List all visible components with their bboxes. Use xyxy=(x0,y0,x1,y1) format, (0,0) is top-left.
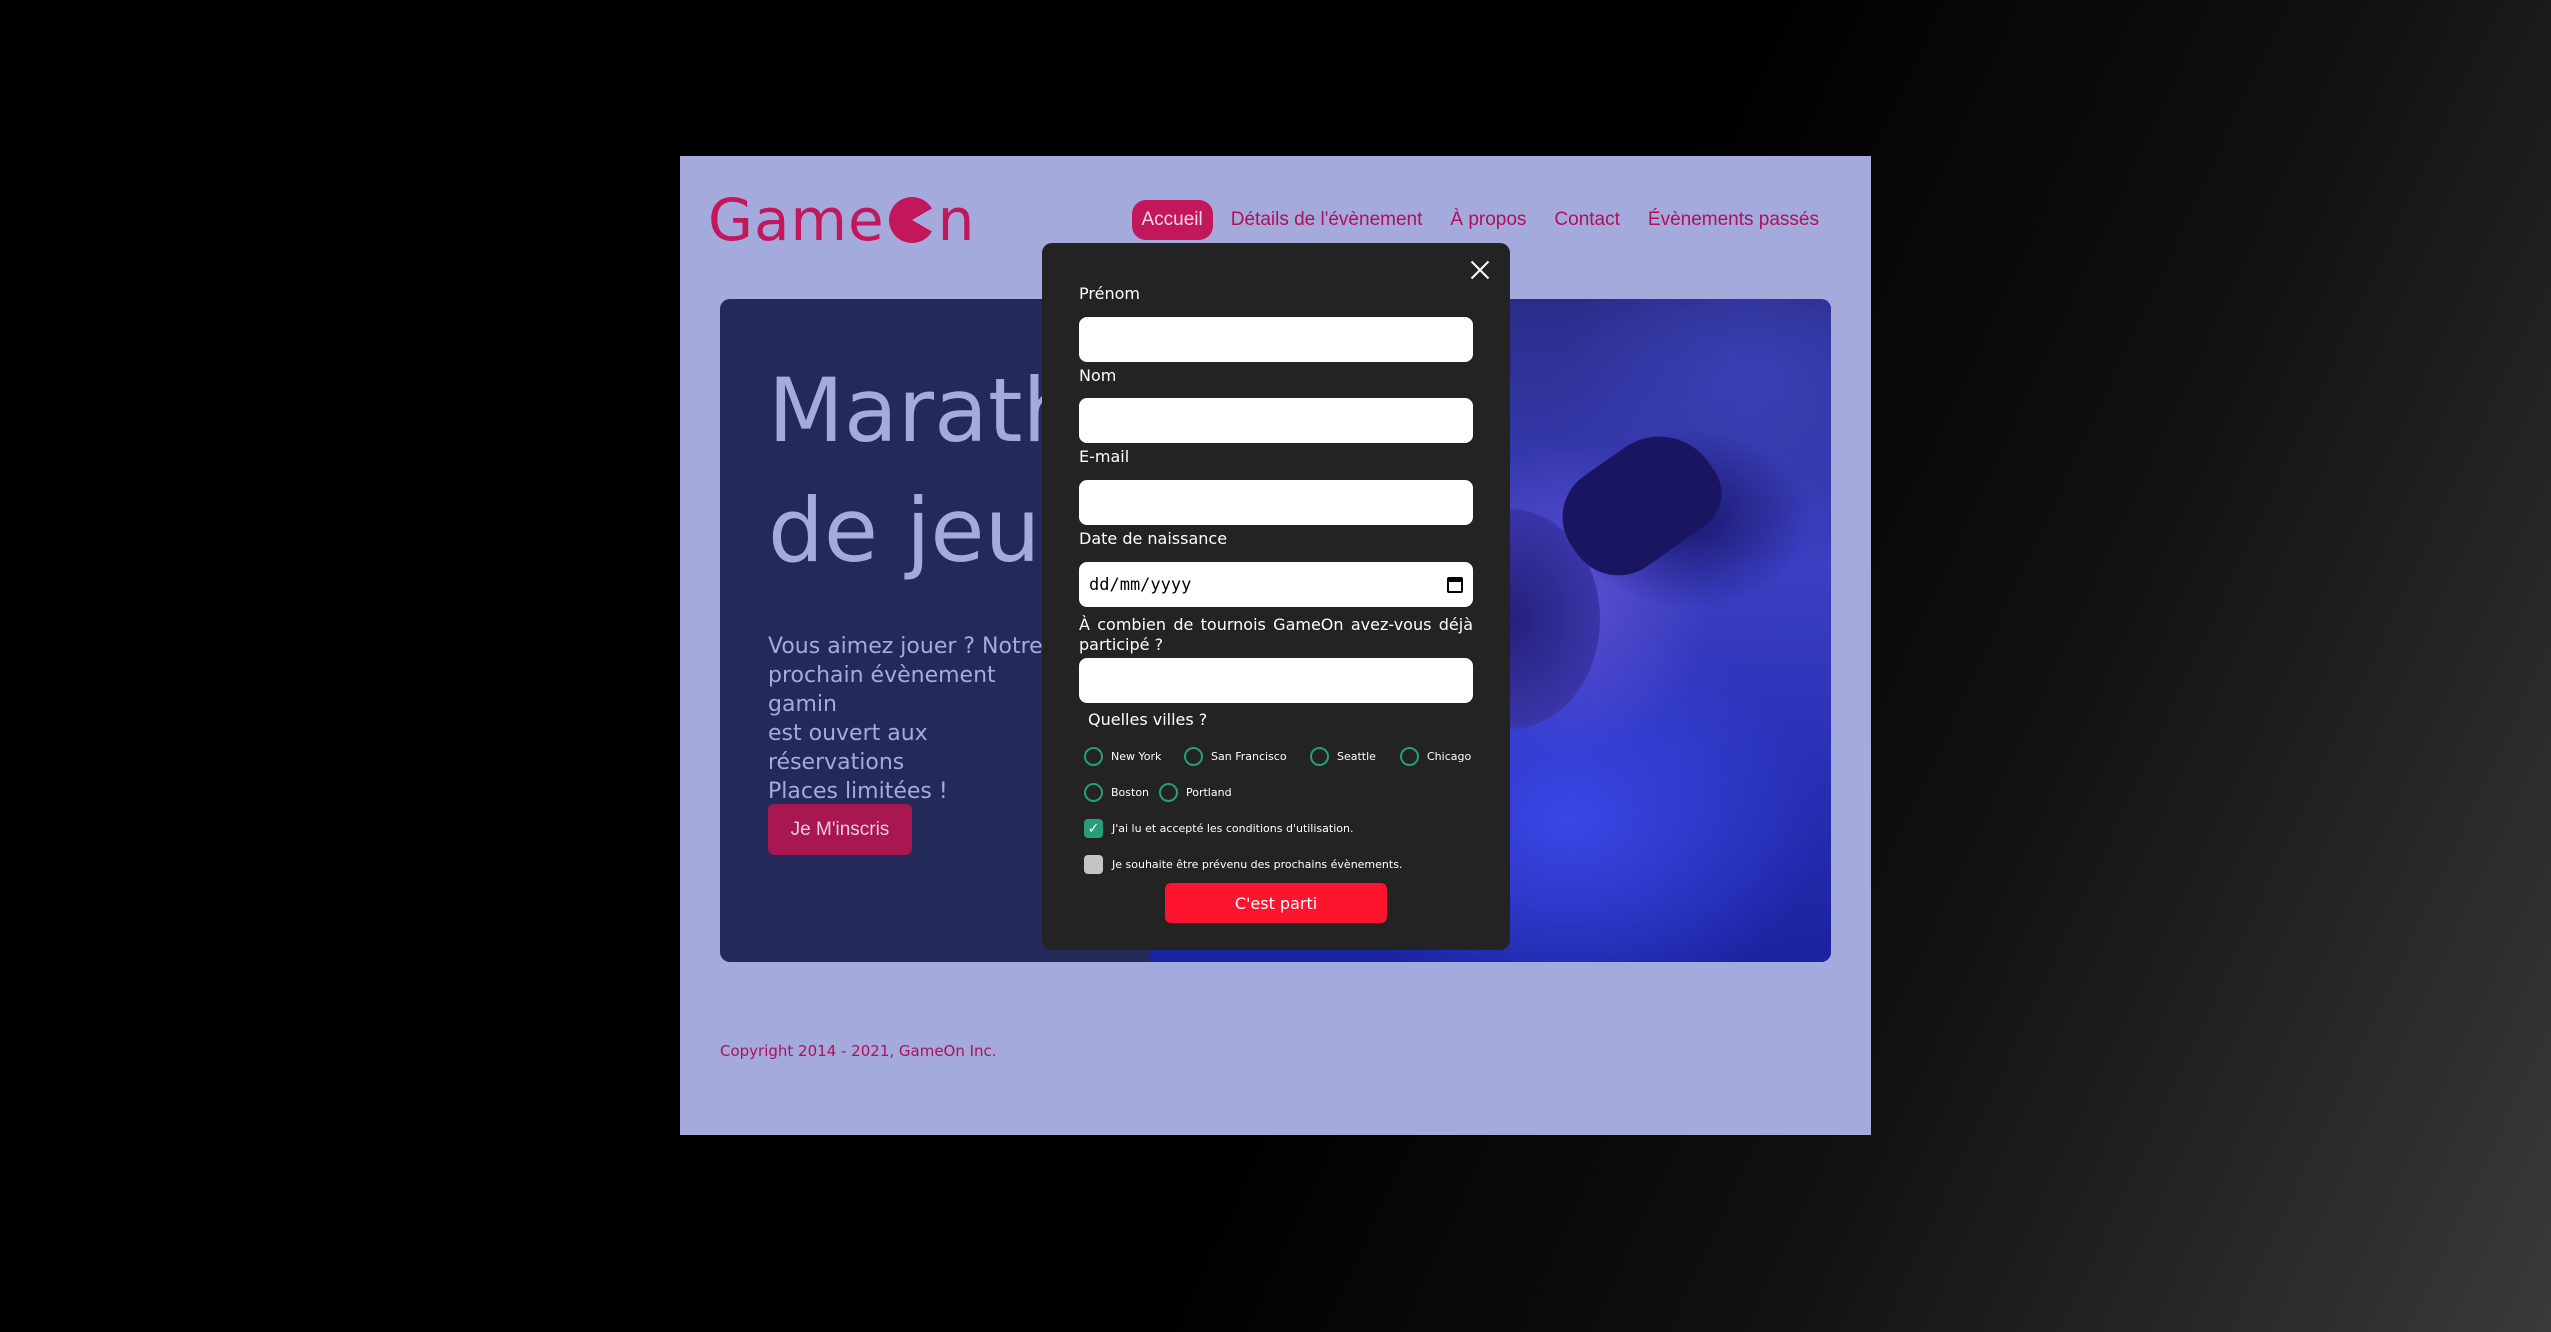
newsletter-label: Je souhaite être prévenu des prochains é… xyxy=(1112,858,1403,871)
nav-contact[interactable]: Contact xyxy=(1544,200,1629,240)
radio-circle-icon[interactable] xyxy=(1400,747,1419,766)
city-label: Boston xyxy=(1111,786,1150,799)
signup-button[interactable]: Je M'inscris xyxy=(768,804,912,855)
email-input[interactable] xyxy=(1079,480,1473,525)
calendar-icon[interactable] xyxy=(1447,576,1463,593)
last-name-input[interactable] xyxy=(1079,398,1473,443)
tournaments-label: À combien de tournois GameOn avez-vous d… xyxy=(1079,615,1473,654)
copyright: Copyright 2014 - 2021, GameOn Inc. xyxy=(720,1042,997,1060)
tournaments-input[interactable] xyxy=(1079,658,1473,703)
hero-text: Vous aimez jouer ? Notre prochain évènem… xyxy=(768,634,1043,804)
city-radio-san-francisco[interactable]: San Francisco xyxy=(1184,747,1287,766)
nav-accueil[interactable]: Accueil xyxy=(1131,200,1213,240)
city-label: New York xyxy=(1111,750,1162,763)
nav-a-propos[interactable]: À propos xyxy=(1440,200,1536,240)
submit-button[interactable]: C'est parti xyxy=(1165,883,1387,923)
gameon-logo[interactable]: Game n xyxy=(708,186,975,254)
radio-circle-icon[interactable] xyxy=(1184,747,1203,766)
city-label: Seattle xyxy=(1337,750,1376,763)
pacman-logo-icon xyxy=(888,197,935,243)
checkbox-icon[interactable] xyxy=(1084,855,1103,874)
city-radio-seattle[interactable]: Seattle xyxy=(1310,747,1376,766)
signup-modal: Prénom Nom E-mail Date de naissance dd/m… xyxy=(1042,243,1510,950)
terms-label: J'ai lu et accepté les conditions d'util… xyxy=(1112,822,1354,835)
cities-title: Quelles villes ? xyxy=(1088,710,1208,729)
email-label: E-mail xyxy=(1079,447,1130,466)
nav-details[interactable]: Détails de l'évènement xyxy=(1221,200,1433,240)
birthdate-placeholder: dd/mm/yyyy xyxy=(1089,574,1192,595)
radio-circle-icon[interactable] xyxy=(1084,783,1103,802)
terms-checkbox[interactable]: ✓ J'ai lu et accepté les conditions d'ut… xyxy=(1084,819,1353,838)
first-name-label: Prénom xyxy=(1079,284,1140,303)
close-icon[interactable] xyxy=(1468,258,1492,282)
newsletter-checkbox[interactable]: Je souhaite être prévenu des prochains é… xyxy=(1084,855,1402,874)
logo-text-right: n xyxy=(937,186,976,254)
radio-circle-icon[interactable] xyxy=(1310,747,1329,766)
nav-evenements-passes[interactable]: Évènements passés xyxy=(1638,200,1829,240)
main-nav: Accueil Détails de l'évènement À propos … xyxy=(1131,200,1830,240)
city-radio-boston[interactable]: Boston xyxy=(1084,783,1149,802)
logo-text-left: Game xyxy=(708,186,885,254)
city-radio-portland[interactable]: Portland xyxy=(1159,783,1232,802)
radio-circle-icon[interactable] xyxy=(1084,747,1103,766)
checkmark-icon[interactable]: ✓ xyxy=(1084,819,1103,838)
city-label: Chicago xyxy=(1427,750,1472,763)
city-label: Portland xyxy=(1186,786,1232,799)
birthdate-label: Date de naissance xyxy=(1079,529,1228,548)
radio-circle-icon[interactable] xyxy=(1159,783,1178,802)
last-name-label: Nom xyxy=(1079,366,1117,385)
birthdate-input[interactable]: dd/mm/yyyy xyxy=(1079,562,1473,607)
city-radio-new-york[interactable]: New York xyxy=(1084,747,1161,766)
first-name-input[interactable] xyxy=(1079,317,1473,362)
city-label: San Francisco xyxy=(1211,750,1287,763)
city-radio-chicago[interactable]: Chicago xyxy=(1400,747,1471,766)
